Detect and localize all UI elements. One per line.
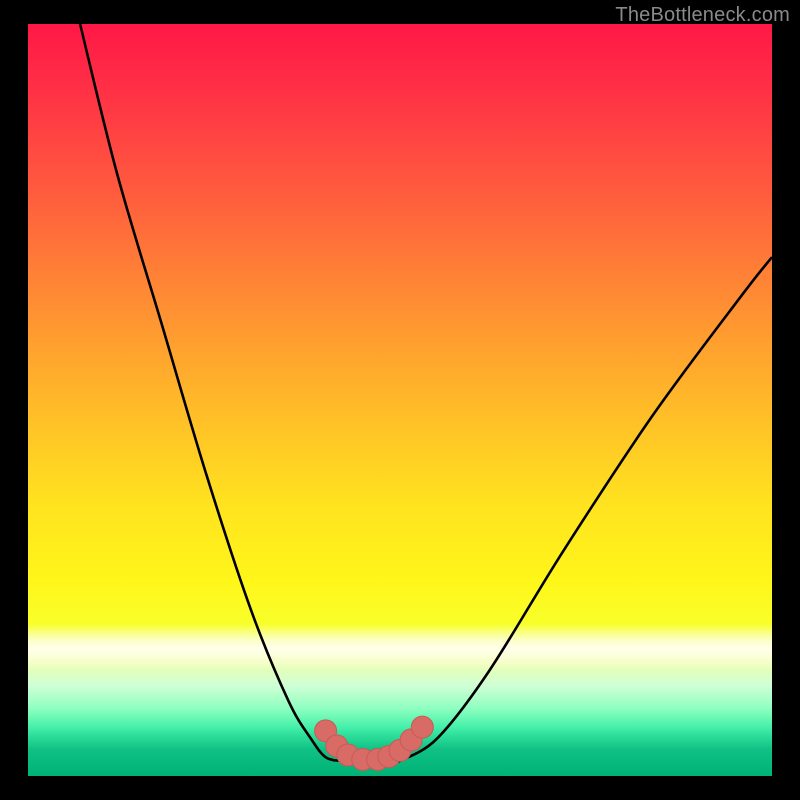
- data-markers: [315, 716, 434, 770]
- curve-right: [400, 257, 772, 761]
- watermark-text: TheBottleneck.com: [615, 4, 790, 27]
- curve-layer: [28, 24, 772, 776]
- curve-left: [80, 24, 340, 761]
- chart-frame: TheBottleneck.com: [0, 0, 800, 800]
- plot-area: [28, 24, 772, 776]
- data-marker: [411, 716, 433, 738]
